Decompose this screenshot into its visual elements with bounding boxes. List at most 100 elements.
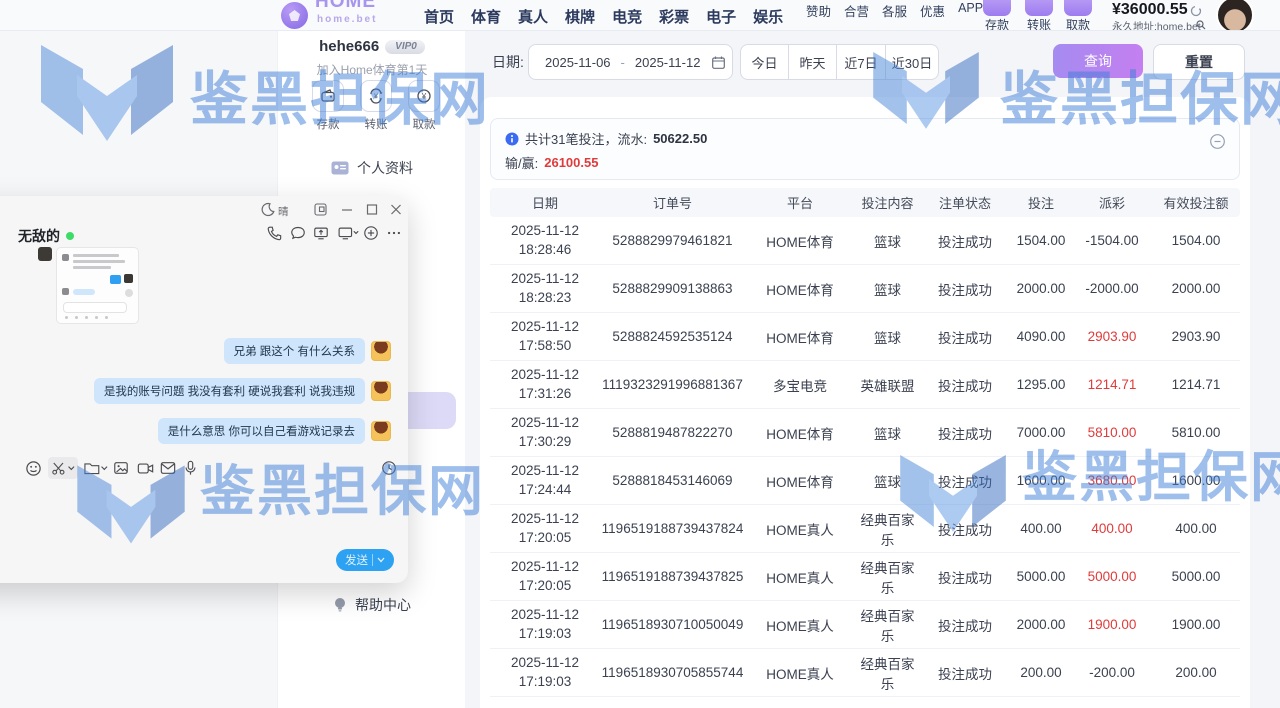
screen-share-icon[interactable] — [313, 225, 329, 241]
summary-winloss-label: 输/赢: — [505, 153, 538, 172]
cell-status: 投注成功 — [920, 361, 1010, 408]
brand-logo-icon[interactable] — [281, 2, 308, 29]
sidebar-deposit-button[interactable]: 存款 — [312, 80, 344, 132]
nav-item-0[interactable]: 首页 — [424, 6, 454, 27]
search-icon[interactable] — [1196, 20, 1206, 30]
chat-message-bubble: 兄弟 跟这个 有什么关系 — [224, 338, 365, 364]
cell-valid-amount: 1214.71 — [1152, 361, 1240, 408]
nav-item-3[interactable]: 棋牌 — [565, 6, 595, 27]
cell-platform: HOME真人 — [745, 553, 855, 600]
send-options-chevron-icon[interactable] — [377, 557, 385, 563]
chat-message-row: 是我的账号问题 我没有套利 硬说我套利 说我违规 — [94, 378, 391, 404]
sidebar-item-profile[interactable]: 个人资料 — [331, 158, 413, 178]
cell-bet-amount: 1295.00 — [1010, 361, 1072, 408]
cell-valid-amount: 1900.00 — [1152, 601, 1240, 648]
cell-valid-amount: 5000.00 — [1152, 553, 1240, 600]
emoji-icon[interactable] — [22, 457, 44, 479]
cell-bet-content: 篮球 — [855, 313, 920, 360]
image-icon[interactable] — [110, 457, 132, 479]
nav-item-1[interactable]: 体育 — [471, 6, 501, 27]
microphone-icon[interactable] — [179, 457, 201, 479]
voice-call-icon[interactable] — [266, 225, 282, 241]
date-to-value[interactable]: 2025-11-12 — [635, 55, 701, 70]
maximize-icon[interactable] — [366, 203, 378, 216]
chat-message-bubble: 是什么意思 你可以自己看游戏记录去 — [158, 418, 365, 444]
sidebar-withdraw-button[interactable]: ¥ 取款 — [408, 80, 440, 132]
sidebar-item-help-label: 帮助中心 — [355, 595, 411, 615]
send-button[interactable]: 发送 — [336, 549, 394, 571]
nav-item-2[interactable]: 真人 — [518, 6, 548, 27]
column-header-4: 注单状态 — [920, 193, 1010, 212]
remote-control-icon[interactable] — [337, 225, 359, 241]
cell-datetime: 2025-11-1217:30:29 — [490, 409, 600, 456]
refresh-balance-icon[interactable] — [1190, 5, 1202, 17]
column-header-5: 投注 — [1010, 193, 1072, 212]
date-from-value[interactable]: 2025-11-06 — [545, 55, 611, 70]
cell-platform: HOME体育 — [745, 457, 855, 504]
table-row: 2025-11-1217:30:295288819487822270HOME体育… — [490, 409, 1240, 457]
range-yesterday[interactable]: 昨天 — [788, 45, 836, 79]
cell-valid-amount: 200.00 — [1152, 649, 1240, 696]
nav-item-5[interactable]: 彩票 — [659, 6, 689, 27]
search-button[interactable]: 查询 — [1053, 44, 1143, 78]
nav-item-4[interactable]: 电竞 — [612, 6, 642, 27]
quick-link-2[interactable]: 各服 — [882, 1, 907, 20]
quoted-screenshot-image[interactable] — [56, 247, 139, 324]
topbar-withdraw-button[interactable]: 取款 — [1064, 0, 1092, 31]
sidebar-item-help[interactable]: 帮助中心 — [333, 595, 411, 615]
screenshot-scissors-icon[interactable] — [48, 457, 78, 479]
cell-bet-content: 经典百家乐 — [855, 505, 920, 552]
quick-link-1[interactable]: 合营 — [844, 1, 869, 20]
close-icon[interactable] — [390, 203, 402, 216]
user-chat-avatar[interactable] — [371, 421, 391, 441]
date-range-input[interactable]: 2025-11-06 - 2025-11-12 — [528, 44, 733, 80]
file-folder-icon[interactable] — [82, 457, 110, 479]
table-row: 2025-11-1217:31:261119323291996881367多宝电… — [490, 361, 1240, 409]
sidebar-transfer-button[interactable]: ¥ 转账 — [360, 80, 392, 132]
message-card-icon[interactable] — [157, 457, 179, 479]
user-row: hehe666 VIP0 — [278, 38, 466, 55]
cell-payout: 1900.00 — [1072, 601, 1152, 648]
chat-bubble-icon[interactable] — [290, 225, 306, 241]
user-chat-avatar[interactable] — [371, 381, 391, 401]
video-icon[interactable] — [134, 457, 156, 479]
collapse-summary-icon[interactable] — [1210, 134, 1225, 149]
topbar-deposit-button[interactable]: 存款 — [983, 0, 1011, 31]
contact-header: 无敌的 — [18, 226, 74, 246]
quick-link-3[interactable]: 优惠 — [920, 1, 945, 20]
cell-bet-amount: 400.00 — [1010, 505, 1072, 552]
brand-domain: home.bet — [317, 14, 377, 25]
range-30days[interactable]: 近30日 — [885, 45, 938, 79]
dark-mode-moon-icon[interactable] — [260, 202, 275, 217]
user-chat-avatar[interactable] — [371, 341, 391, 361]
reset-button[interactable]: 重置 — [1153, 44, 1245, 80]
minimize-icon[interactable] — [341, 203, 353, 216]
nav-item-6[interactable]: 电子 — [706, 6, 736, 27]
calendar-icon[interactable] — [712, 56, 725, 69]
message-input-area[interactable] — [12, 484, 396, 542]
quick-link-0[interactable]: 赞助 — [806, 1, 831, 20]
column-header-7: 有效投注额 — [1152, 193, 1240, 212]
range-7days[interactable]: 近7日 — [836, 45, 885, 79]
cell-bet-amount: 200.00 — [1010, 649, 1072, 696]
nav-item-7[interactable]: 娱乐 — [753, 6, 783, 27]
range-today[interactable]: 今日 — [741, 45, 788, 79]
topbar-transfer-button[interactable]: 转账 — [1025, 0, 1053, 31]
summary-info-label: 共计31笔投注，流水: — [525, 129, 647, 148]
cell-datetime: 2025-11-1217:20:05 — [490, 505, 600, 552]
contact-avatar[interactable] — [38, 247, 52, 261]
cell-datetime: 2025-11-1217:58:50 — [490, 313, 600, 360]
cell-order-number: 1196519188739437824 — [600, 505, 745, 552]
add-circle-icon[interactable] — [363, 225, 379, 241]
quick-link-4[interactable]: APP — [958, 1, 983, 20]
table-row: 2025-11-1218:28:465288829979461821HOME体育… — [490, 217, 1240, 265]
cell-order-number: 5288818453146069 — [600, 457, 745, 504]
mini-window-icon[interactable] — [314, 203, 327, 216]
chat-history-clock-icon[interactable] — [378, 457, 400, 479]
user-avatar[interactable] — [1216, 0, 1254, 31]
summary-line-1: 共计31笔投注，流水: 50622.50 — [505, 129, 707, 148]
quick-links: 赞助合营各服优惠 APP — [806, 1, 983, 20]
more-options-icon[interactable] — [386, 225, 402, 241]
cell-bet-content: 经典百家乐 — [855, 553, 920, 600]
summary-line-2: 输/赢: 26100.55 — [505, 153, 598, 172]
